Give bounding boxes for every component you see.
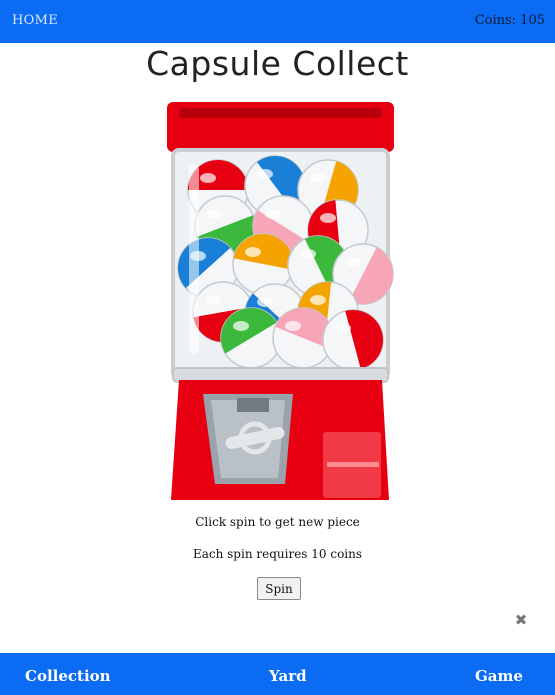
nav-yard[interactable]: Yard	[269, 667, 307, 685]
top-nav-bar: HOME Coins: 105	[0, 0, 555, 43]
spin-cost-note: Each spin requires 10 coins	[192, 547, 363, 561]
page-title: Capsule Collect	[146, 44, 409, 83]
spin-button[interactable]: Spin	[257, 577, 301, 600]
spin-instructions: Click spin to get new piece	[195, 515, 360, 529]
bottom-nav-bar: Collection Yard Game	[0, 653, 555, 695]
home-link[interactable]: HOME	[12, 13, 58, 28]
capsule-machine-image	[167, 102, 394, 500]
close-icon[interactable]: ✖	[513, 612, 529, 628]
nav-collection[interactable]: Collection	[25, 667, 111, 685]
nav-game[interactable]: Game	[475, 667, 523, 685]
coins-counter: Coins: 105	[474, 13, 545, 28]
